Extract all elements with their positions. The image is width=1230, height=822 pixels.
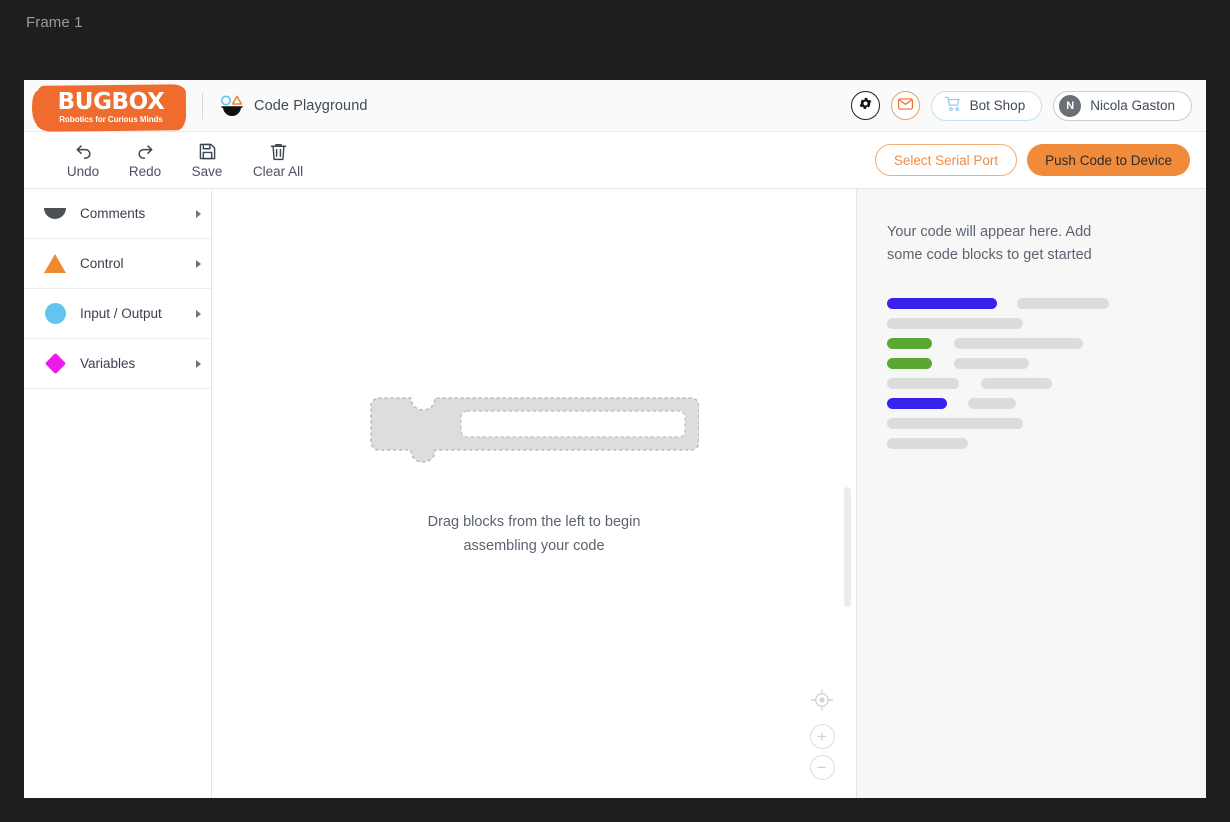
ghost-code-block [369, 396, 700, 464]
chevron-right-icon [196, 309, 201, 318]
code-skeleton-row [887, 438, 1176, 449]
push-code-to-device-button[interactable]: Push Code to Device [1027, 144, 1190, 176]
code-skeleton-row [887, 378, 1176, 389]
code-skeleton-row [887, 418, 1176, 429]
bot-shop-label: Bot Shop [969, 98, 1026, 113]
code-skeleton-preview [887, 298, 1176, 449]
sidebar-item-input-output[interactable]: Input / Output [24, 289, 211, 339]
canvas-hint-line1: Drag blocks from the left to begin [427, 514, 641, 530]
code-skeleton-bar [887, 378, 959, 389]
code-skeleton-bar [1017, 298, 1109, 309]
editor-toolbar: Undo Redo Save Clear All Select Serial P… [24, 132, 1206, 189]
floppy-disk-icon [199, 142, 216, 162]
code-skeleton-row [887, 358, 1176, 369]
settings-button[interactable] [850, 91, 880, 120]
zoom-in-button[interactable]: + [809, 724, 835, 749]
code-skeleton-bar [887, 318, 1023, 329]
sidebar-item-variables[interactable]: Variables [24, 339, 211, 389]
block-category-sidebar: Comments Control Input / Output Variable… [24, 189, 212, 798]
control-shape-icon [42, 254, 68, 273]
clear-all-label: Clear All [252, 163, 304, 179]
block-canvas[interactable]: Drag blocks from the left to begin assem… [212, 189, 856, 798]
sidebar-item-control[interactable]: Control [24, 239, 211, 289]
bugbox-blocks-icon [219, 94, 245, 118]
chevron-right-icon [196, 209, 201, 218]
code-empty-line2: some code blocks to get started [887, 247, 1092, 263]
select-serial-port-button[interactable]: Select Serial Port [874, 144, 1018, 176]
code-skeleton-row [887, 318, 1176, 329]
sidebar-item-label: Comments [80, 206, 146, 221]
generated-code-panel: Your code will appear here. Add some cod… [856, 189, 1206, 798]
code-skeleton-bar [887, 358, 932, 369]
code-skeleton-row [887, 298, 1176, 309]
editor-body: Comments Control Input / Output Variable… [24, 189, 1206, 798]
chevron-right-icon [196, 359, 201, 368]
trash-icon [270, 142, 287, 162]
input-output-shape-icon [42, 303, 68, 324]
cart-icon [944, 96, 962, 115]
canvas-vertical-scrollbar[interactable] [844, 487, 851, 607]
gear-icon [858, 96, 873, 116]
redo-button[interactable]: Redo [116, 142, 174, 179]
toolbar-actions: Select Serial Port Push Code to Device [874, 144, 1190, 176]
canvas-hint-line2: assembling your code [463, 538, 605, 554]
code-skeleton-row [887, 398, 1176, 409]
envelope-icon [897, 97, 913, 115]
sidebar-item-label: Control [80, 256, 124, 271]
undo-arrow-icon [74, 142, 93, 162]
code-empty-line1: Your code will appear here. Add [887, 224, 1092, 240]
page-title: Code Playground [254, 97, 368, 114]
sidebar-item-label: Variables [80, 356, 136, 371]
canvas-zoom-controls: + − [809, 687, 835, 780]
user-name-label: Nicola Gaston [1090, 98, 1175, 113]
code-skeleton-row [887, 338, 1176, 349]
sidebar-item-comments[interactable]: Comments [24, 189, 211, 239]
variables-shape-icon [42, 352, 68, 375]
save-label: Save [191, 163, 223, 179]
code-skeleton-bar [887, 398, 947, 409]
code-empty-message: Your code will appear here. Add some cod… [887, 221, 1176, 267]
logo-tagline: Robotics for Curious Minds [59, 114, 163, 124]
redo-label: Redo [128, 163, 162, 179]
frame-label: Frame 1 [26, 14, 83, 31]
user-menu-button[interactable]: N Nicola Gaston [1053, 90, 1192, 121]
zoom-out-button[interactable]: − [809, 755, 835, 780]
canvas-placeholder: Drag blocks from the left to begin assem… [369, 396, 700, 558]
app-window: BUGBOX Robotics for Curious Minds Code P… [24, 80, 1206, 798]
comments-shape-icon [42, 208, 68, 219]
save-button[interactable]: Save [178, 142, 236, 179]
app-header: BUGBOX Robotics for Curious Minds Code P… [24, 80, 1206, 132]
header-actions: Bot Shop N Nicola Gaston [850, 90, 1192, 121]
avatar: N [1059, 94, 1082, 117]
code-skeleton-bar [981, 378, 1052, 389]
code-skeleton-bar [887, 338, 932, 349]
undo-button[interactable]: Undo [54, 142, 112, 179]
logo-wordmark: BUGBOX [57, 88, 165, 115]
redo-arrow-icon [136, 142, 155, 162]
code-skeleton-bar [968, 398, 1016, 409]
undo-label: Undo [66, 163, 100, 179]
sidebar-item-label: Input / Output [80, 306, 162, 321]
center-view-button[interactable] [809, 687, 835, 718]
bot-shop-button[interactable]: Bot Shop [930, 90, 1043, 121]
canvas-hint: Drag blocks from the left to begin assem… [369, 510, 699, 558]
clear-all-button[interactable]: Clear All [240, 142, 316, 179]
messages-button[interactable] [890, 91, 920, 120]
header-divider [202, 92, 203, 119]
code-skeleton-bar [887, 438, 968, 449]
code-skeleton-bar [954, 338, 1083, 349]
code-skeleton-bar [887, 418, 1023, 429]
code-skeleton-bar [887, 298, 997, 309]
chevron-right-icon [196, 259, 201, 268]
bugbox-logo[interactable]: BUGBOX Robotics for Curious Minds [35, 83, 187, 133]
code-skeleton-bar [954, 358, 1029, 369]
